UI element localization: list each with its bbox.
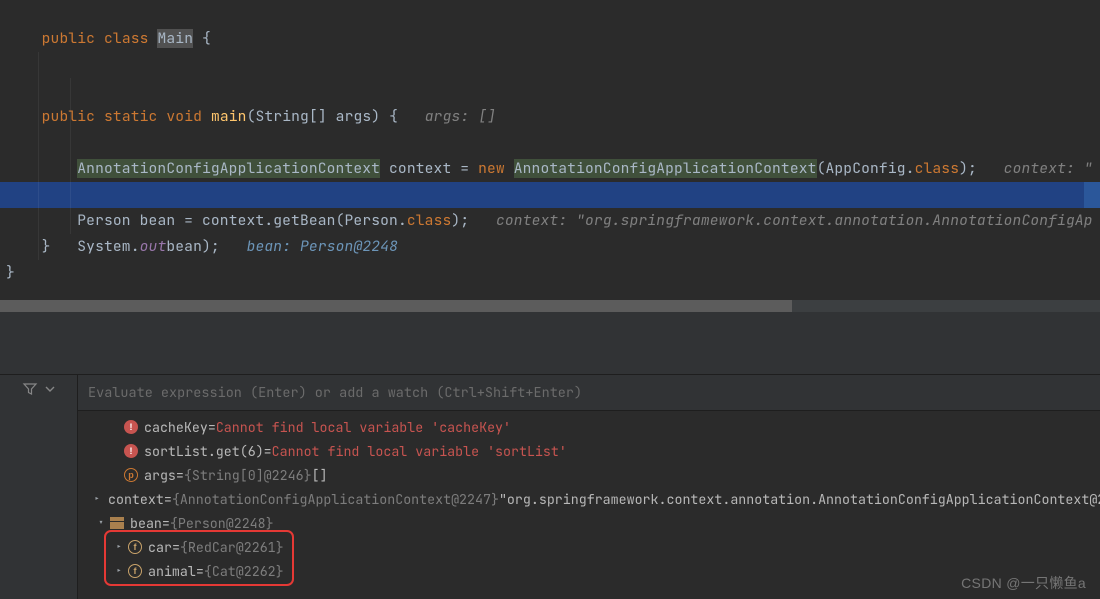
code-line[interactable] — [0, 26, 1100, 52]
var-row-sortlist[interactable]: ! sortList.get(6) = Cannot find local va… — [82, 439, 1100, 463]
code-line[interactable]: public static void main(String[] args) {… — [0, 52, 1100, 78]
panel-divider[interactable] — [0, 312, 1100, 374]
scrollbar-thumb[interactable] — [0, 300, 792, 312]
code-editor[interactable]: public class Main { public static void m… — [0, 0, 1100, 312]
var-row-args[interactable]: p args = {String[0]@2246} [] — [82, 463, 1100, 487]
param-icon: p — [124, 468, 138, 482]
evaluate-expression-input[interactable]: Evaluate expression (Enter) or add a wat… — [78, 375, 1100, 411]
horizontal-scrollbar[interactable] — [0, 300, 1100, 312]
code-line[interactable]: public class Main { — [0, 0, 1100, 26]
error-icon: ! — [124, 420, 138, 434]
watermark-text: CSDN @一只懒鱼a — [961, 573, 1086, 593]
error-icon: ! — [124, 444, 138, 458]
filter-icon[interactable] — [22, 381, 38, 402]
code-line-current[interactable]: System.outbean); bean: Person@2248 — [0, 182, 1100, 208]
debug-toolbar — [0, 375, 78, 599]
chevron-down-icon[interactable] — [44, 381, 56, 400]
evaluate-placeholder: Evaluate expression (Enter) or add a wat… — [88, 384, 582, 402]
code-line[interactable]: Person bean = context.getBean(Person.cla… — [0, 156, 1100, 182]
expand-arrow-icon[interactable]: ▸ — [94, 488, 100, 510]
code-line[interactable] — [0, 78, 1100, 104]
annotation-highlight-box — [104, 530, 294, 586]
code-line[interactable]: AnnotationConfigApplicationContext conte… — [0, 104, 1100, 130]
var-row-context[interactable]: ▸ context = {AnnotationConfigApplication… — [82, 487, 1100, 511]
code-line[interactable] — [0, 130, 1100, 156]
code-line[interactable]: } — [0, 260, 1100, 286]
var-row-cachekey[interactable]: ! cacheKey = Cannot find local variable … — [82, 415, 1100, 439]
code-line[interactable]: } — [0, 234, 1100, 260]
code-line[interactable] — [0, 208, 1100, 234]
object-icon — [110, 517, 124, 529]
